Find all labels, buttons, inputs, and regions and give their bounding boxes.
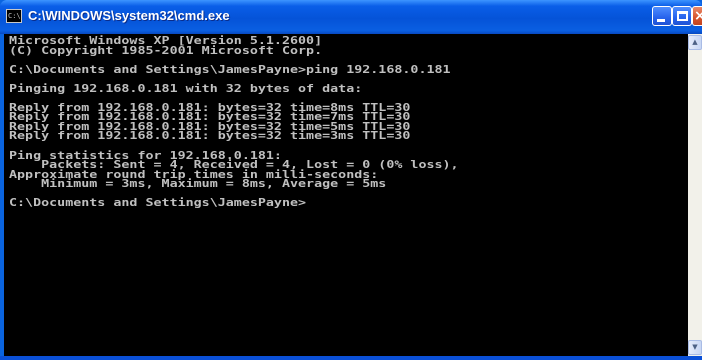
cmd-window: C:\ C:\WINDOWS\system32\cmd.exe × Micros…	[0, 0, 702, 360]
minimize-button[interactable]	[652, 6, 672, 26]
console-line: Minimum = 3ms, Maximum = 8ms, Average = …	[9, 178, 387, 191]
console-line: C:\Documents and Settings\JamesPayne>pin…	[9, 63, 451, 76]
close-icon: ×	[694, 8, 702, 24]
scroll-down-button[interactable]: ▼	[688, 340, 702, 355]
maximize-button[interactable]	[672, 6, 692, 26]
title-bar[interactable]: C:\ C:\WINDOWS\system32\cmd.exe ×	[0, 0, 702, 34]
window-bottom-border	[0, 356, 702, 360]
maximize-icon	[677, 11, 688, 21]
console-text: Microsoft Windows XP [Version 5.1.2600] …	[9, 36, 459, 210]
console-line: C:\Documents and Settings\JamesPayne>	[9, 197, 307, 210]
console-line: (C) Copyright 1985-2001 Microsoft Corp.	[9, 44, 323, 57]
minimize-icon	[657, 19, 665, 22]
console-line: Pinging 192.168.0.181 with 32 bytes of d…	[9, 82, 363, 95]
window-title: C:\WINDOWS\system32\cmd.exe	[28, 8, 230, 23]
scroll-down-arrow-icon: ▼	[692, 343, 698, 351]
cmd-icon[interactable]: C:\	[6, 9, 22, 23]
scroll-up-button[interactable]: ▲	[688, 35, 702, 50]
console-line: Reply from 192.168.0.181: bytes=32 time=…	[9, 130, 411, 143]
scroll-up-arrow-icon: ▲	[692, 38, 698, 46]
console-output[interactable]: Microsoft Windows XP [Version 5.1.2600] …	[4, 34, 688, 356]
close-button[interactable]: ×	[692, 6, 702, 26]
vertical-scrollbar[interactable]: ▲ ▼	[688, 34, 702, 356]
